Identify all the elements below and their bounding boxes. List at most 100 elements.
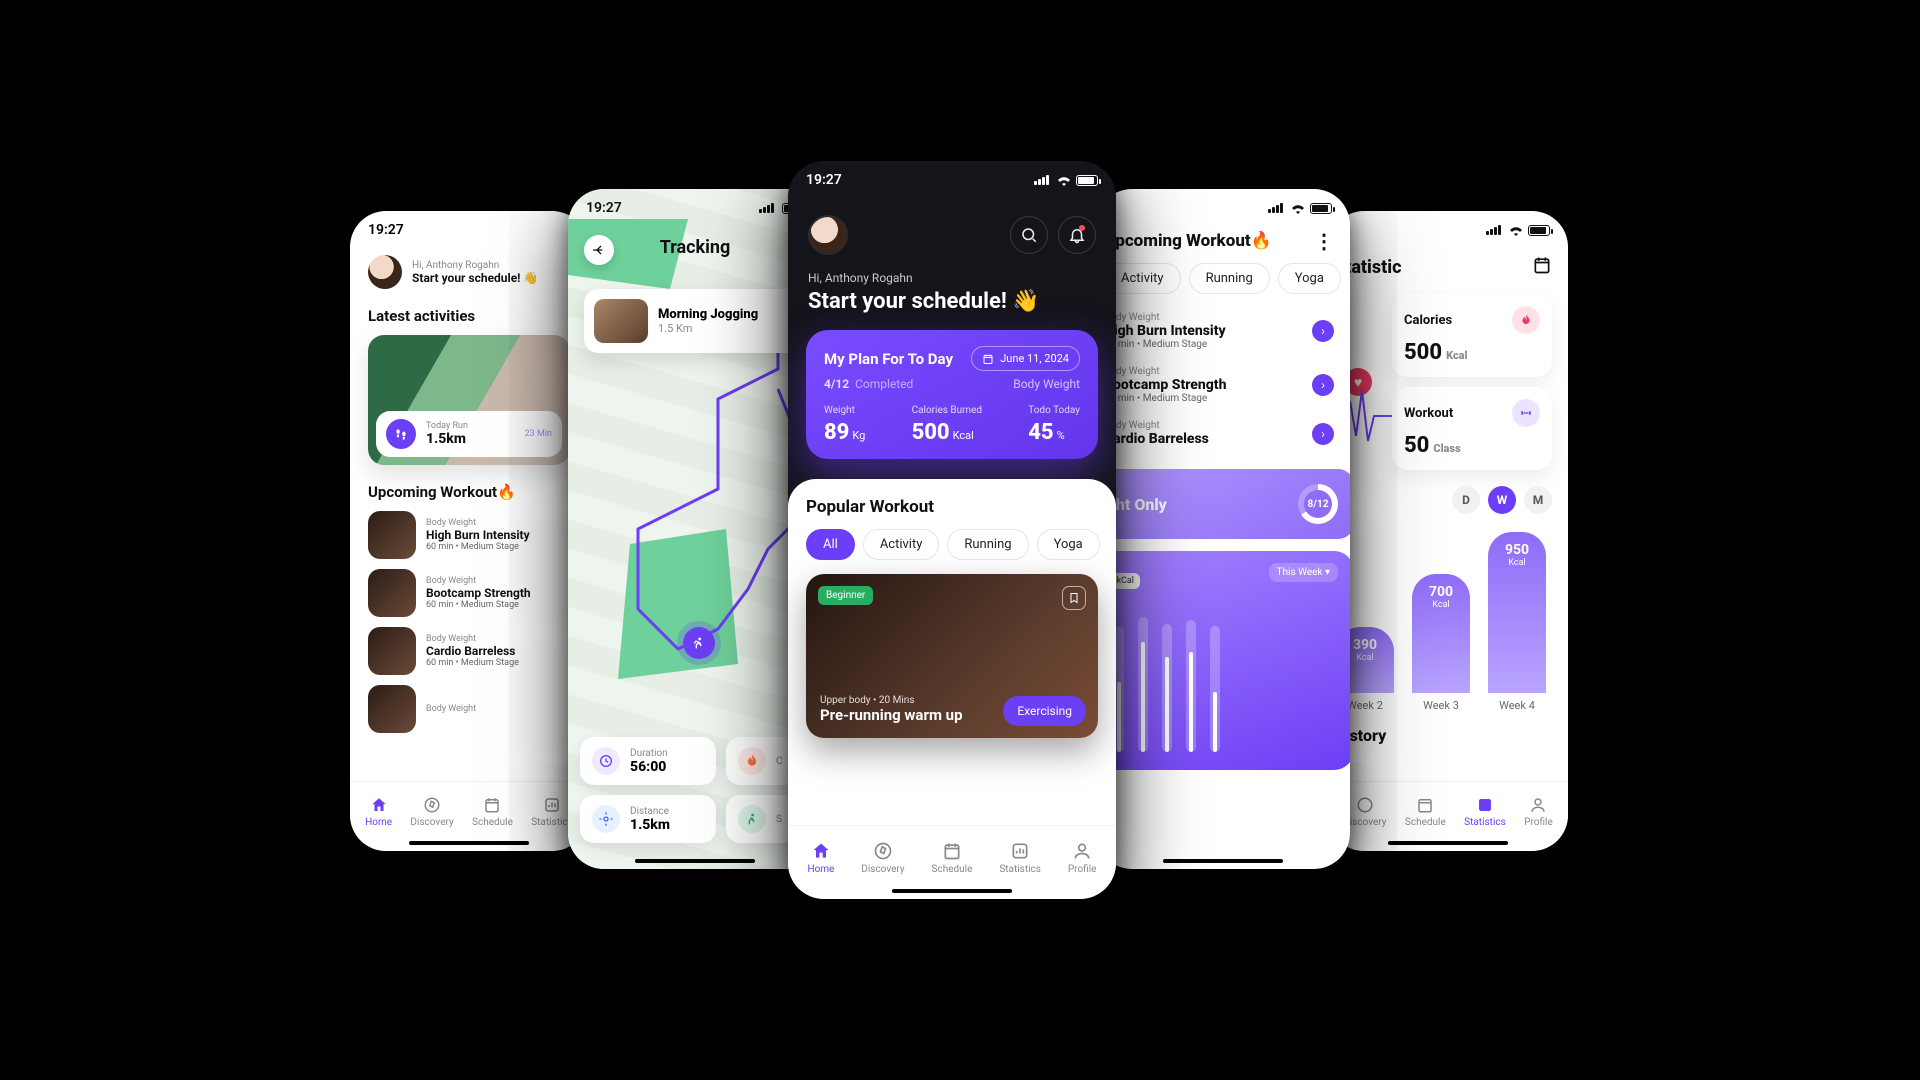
filter-yoga[interactable]: Yoga: [1037, 529, 1100, 560]
workout-card[interactable]: Workout 50Class: [1392, 387, 1552, 470]
filter-all[interactable]: All: [806, 529, 855, 560]
chevron-right-icon: ›: [1312, 374, 1334, 396]
plan-title: My Plan For To Day: [824, 350, 953, 368]
chart-icon: [543, 796, 561, 814]
nav-statistics[interactable]: Statistics: [1464, 796, 1506, 828]
nav-schedule[interactable]: Schedule: [472, 796, 513, 828]
clock-icon: [592, 747, 620, 775]
activity-thumb: [594, 299, 648, 343]
status-time: 19:27: [368, 222, 404, 238]
nav-profile[interactable]: Profile: [1068, 841, 1097, 875]
seg-month[interactable]: M: [1524, 486, 1552, 514]
compass-icon: [423, 796, 441, 814]
calendar-icon: [1416, 796, 1434, 814]
workout-item[interactable]: Body WeightBootcamp Strength60 min • Med…: [1104, 358, 1334, 412]
notification-button[interactable]: [1058, 216, 1096, 254]
seg-day[interactable]: D: [1452, 486, 1480, 514]
nav-discovery[interactable]: Discovery: [861, 841, 904, 875]
seg-week[interactable]: W: [1488, 486, 1516, 514]
bottom-nav: Home Discovery Schedule Statistics Profi…: [788, 825, 1116, 899]
nav-discovery[interactable]: Discovery: [410, 796, 453, 828]
workout-item[interactable]: Body WeightCardio Barreless›: [1104, 412, 1334, 455]
wifi-icon: [1290, 202, 1306, 214]
filter-running[interactable]: Running: [947, 529, 1028, 560]
greeting-text: Hi, Anthony Rogahn: [412, 260, 538, 271]
workout-item[interactable]: Body WeightBootcamp Strength60 min • Med…: [368, 569, 570, 617]
popular-title: Popular Workout: [806, 497, 1098, 517]
workout-item[interactable]: Body WeightHigh Burn Intensity60 min • M…: [1104, 304, 1334, 358]
target-icon: [592, 805, 620, 833]
workout-item[interactable]: Body WeightCardio Barreless60 min • Medi…: [368, 627, 570, 675]
calendar-icon: [483, 796, 501, 814]
avatar[interactable]: [368, 255, 402, 289]
dumbbell-icon: [1512, 399, 1540, 427]
calendar-button[interactable]: [1532, 255, 1552, 280]
cta-text: Start your schedule! 👋: [412, 271, 538, 285]
speed-icon: [738, 805, 766, 833]
home-indicator: [635, 859, 755, 863]
workout-item[interactable]: Body WeightHigh Burn Intensity60 min • M…: [368, 511, 570, 559]
nav-home[interactable]: Home: [365, 796, 392, 828]
calendar-icon: [982, 353, 994, 365]
home-icon: [370, 796, 388, 814]
nav-statistics[interactable]: Statistics: [999, 841, 1041, 875]
bookmark-button[interactable]: [1062, 586, 1086, 610]
weight-only-card[interactable]: Weight Only 8/12: [1096, 469, 1350, 539]
wifi-icon: [1056, 174, 1072, 186]
nav-statistics[interactable]: Statistics: [531, 796, 573, 828]
stat-distance: Distance1.5km: [580, 795, 716, 843]
nav-schedule[interactable]: Schedule: [1405, 796, 1446, 828]
greeting-text: Hi, Anthony Rogahn: [788, 271, 1116, 285]
search-icon: [1020, 226, 1038, 244]
chart-icon: [1010, 841, 1030, 861]
today-run-label: Today Run: [426, 421, 515, 431]
calories-chart-card: ies This Week ▾ 1484 kCal: [1096, 551, 1350, 770]
activity-card[interactable]: Morning Jogging1.5 Km: [584, 289, 804, 353]
compass-icon: [1356, 796, 1374, 814]
exercising-button[interactable]: Exercising: [1003, 696, 1086, 726]
screen-tracking: 19:27 Tracking Morning Jogging1.5 Km Dur…: [568, 189, 822, 869]
home-indicator: [409, 841, 529, 845]
page-title: Tracking: [568, 237, 822, 258]
wifi-icon: [1508, 224, 1524, 236]
avatar[interactable]: [808, 215, 848, 255]
workout-card[interactable]: Beginner Upper body • 20 Mins Pre-runnin…: [806, 574, 1098, 738]
nav-profile[interactable]: Profile: [1524, 796, 1553, 828]
calendar-icon: [1532, 255, 1552, 275]
search-button[interactable]: [1010, 216, 1048, 254]
today-run-badge: 23 Min: [525, 429, 552, 439]
today-run-value: 1.5km: [426, 431, 515, 447]
calories-card[interactable]: Calories 500Kcal: [1392, 294, 1552, 377]
nav-home[interactable]: Home: [807, 841, 834, 875]
workout-item[interactable]: Body Weight: [368, 685, 570, 733]
user-icon: [1072, 841, 1092, 861]
status-bar: 19:27: [568, 189, 822, 223]
steps-icon: [386, 419, 416, 449]
level-badge: Beginner: [818, 586, 873, 605]
location-marker: [683, 627, 715, 659]
status-time: 19:27: [806, 172, 842, 188]
home-indicator: [1163, 859, 1283, 863]
filter-yoga[interactable]: Yoga: [1278, 263, 1341, 294]
filter-activity[interactable]: Activity: [863, 529, 940, 560]
status-bar: 19:27: [350, 211, 588, 245]
plan-card[interactable]: My Plan For To Day June 11, 2024 4/12 Co…: [806, 330, 1098, 459]
home-indicator: [892, 889, 1012, 893]
plan-date[interactable]: June 11, 2024: [971, 346, 1080, 371]
screen-home-dark: 19:27 Hi, Anthony Rogahn Start your sche…: [788, 161, 1116, 899]
nav-schedule[interactable]: Schedule: [932, 841, 973, 875]
filter-running[interactable]: Running: [1189, 263, 1270, 294]
flame-icon: [1512, 306, 1540, 334]
progress-ring: 8/12: [1298, 484, 1338, 524]
run-icon: [691, 635, 707, 651]
latest-activity-card[interactable]: Today Run 1.5km 23 Min: [368, 335, 570, 465]
history-title: History: [1334, 726, 1552, 745]
screen-upcoming: Upcoming Workout🔥 ⋮ Activity Running Yog…: [1096, 189, 1350, 869]
home-icon: [811, 841, 831, 861]
chevron-right-icon: ›: [1312, 320, 1334, 342]
chart-icon: [1476, 796, 1494, 814]
status-bar: 19:27: [788, 161, 1116, 195]
latest-activities-title: Latest activities: [368, 307, 570, 325]
range-select[interactable]: This Week ▾: [1269, 563, 1338, 582]
compass-icon: [873, 841, 893, 861]
